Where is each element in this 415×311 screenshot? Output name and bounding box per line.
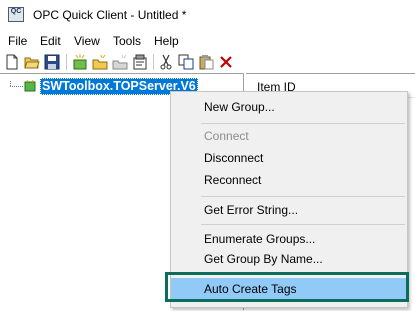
menu-file[interactable]: File <box>8 34 27 48</box>
menu-separator <box>201 196 405 197</box>
menu-item-new-group[interactable]: New Group... <box>171 96 407 118</box>
new-group-icon[interactable] <box>92 54 108 70</box>
save-icon[interactable] <box>44 54 60 70</box>
delete-icon[interactable] <box>218 54 234 70</box>
callout-highlight-box <box>165 272 409 302</box>
copy-icon[interactable] <box>178 54 194 70</box>
menu-item-label: Get Group By Name... <box>204 252 323 266</box>
menu-view[interactable]: View <box>74 34 100 48</box>
menu-item-label: Enumerate Groups... <box>204 232 316 246</box>
new-item-icon[interactable] <box>112 54 128 70</box>
toolbar-separator <box>66 54 67 70</box>
menu-item-connect: Connect <box>171 125 407 147</box>
menu-item-enumerate-groups[interactable]: Enumerate Groups... <box>171 228 407 250</box>
menu-item-label: Reconnect <box>204 173 262 187</box>
tree-connector <box>10 86 23 87</box>
menu-item-label: Get Error String... <box>204 203 299 217</box>
menu-item-disconnect[interactable]: Disconnect <box>171 147 407 169</box>
new-icon[interactable] <box>4 54 20 70</box>
menu-bar: File Edit View Tools Help <box>0 31 415 51</box>
window-title: OPC Quick Client - Untitled * <box>33 8 187 22</box>
menu-tools[interactable]: Tools <box>113 34 141 48</box>
menu-item-get-group-by-name[interactable]: Get Group By Name... <box>171 248 407 270</box>
toolbar-separator <box>153 54 154 70</box>
menu-item-label: Connect <box>204 129 249 143</box>
paste-icon[interactable] <box>198 54 214 70</box>
menu-item-label: New Group... <box>204 100 275 114</box>
menu-separator <box>201 123 405 124</box>
open-icon[interactable] <box>24 54 40 70</box>
new-server-icon[interactable] <box>72 54 88 70</box>
menu-item-get-error-string[interactable]: Get Error String... <box>171 199 407 221</box>
title-bar: QC OPC Quick Client - Untitled * <box>0 0 415 31</box>
menu-separator <box>201 224 405 225</box>
menu-item-label: Disconnect <box>204 151 264 165</box>
menu-help[interactable]: Help <box>154 34 179 48</box>
menu-edit[interactable]: Edit <box>40 34 61 48</box>
cut-icon[interactable] <box>158 54 174 70</box>
server-icon <box>24 80 36 92</box>
app-icon: QC <box>8 7 24 22</box>
properties-icon[interactable] <box>132 54 148 70</box>
menu-item-reconnect[interactable]: Reconnect <box>171 169 407 191</box>
toolbar <box>0 51 415 73</box>
